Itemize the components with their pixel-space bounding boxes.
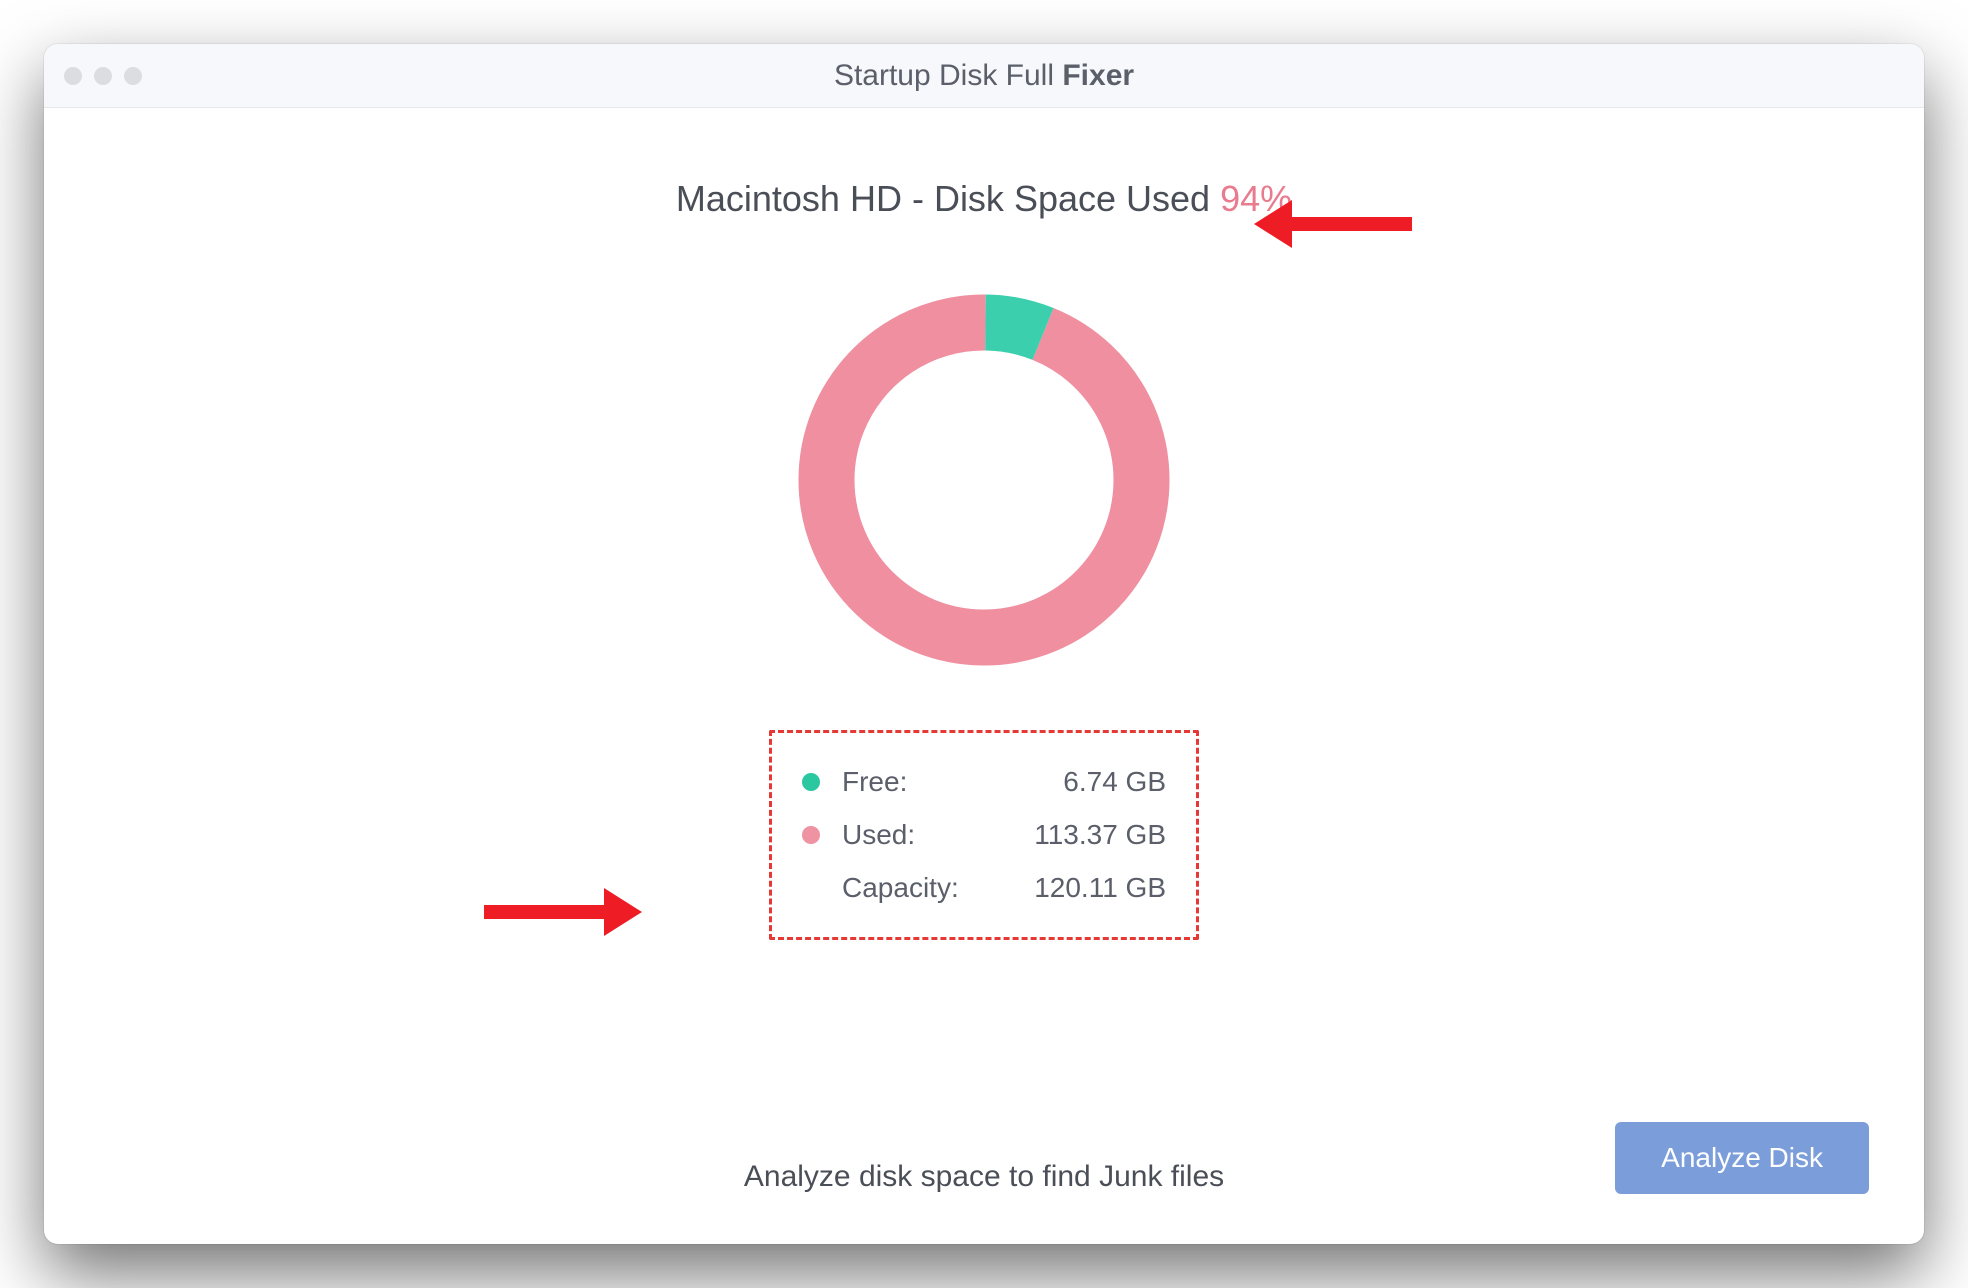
arrow-head-icon bbox=[604, 888, 642, 936]
hint-text: Analyze disk space to find Junk files bbox=[744, 1160, 1224, 1194]
legend-free-value: 6.74 GB bbox=[982, 755, 1166, 808]
legend-capacity-label: Capacity: bbox=[842, 861, 982, 914]
legend-free-label: Free: bbox=[842, 755, 982, 808]
window-title: Startup Disk Full Fixer bbox=[834, 59, 1134, 93]
legend-dot-capacity-icon bbox=[802, 879, 820, 897]
title-bold: Fixer bbox=[1062, 59, 1134, 92]
arrow-shaft bbox=[484, 905, 604, 919]
annotation-arrow-legend bbox=[484, 888, 642, 936]
disk-usage-heading: Macintosh HD - Disk Space Used 94% bbox=[104, 178, 1864, 220]
zoom-icon[interactable] bbox=[124, 67, 142, 85]
app-window: Startup Disk Full Fixer Macintosh HD - D… bbox=[44, 44, 1924, 1244]
arrow-head-icon bbox=[1254, 200, 1292, 248]
content-area: Macintosh HD - Disk Space Used 94% Free: bbox=[44, 108, 1924, 1244]
arrow-shaft bbox=[1292, 217, 1412, 231]
legend-row-free: Free: 6.74 GB bbox=[802, 755, 1166, 808]
legend-dot-used-icon bbox=[802, 826, 820, 844]
legend-used-value: 113.37 GB bbox=[982, 808, 1166, 861]
title-prefix: Startup Disk Full bbox=[834, 59, 1062, 92]
heading-prefix: Macintosh HD - Disk Space Used bbox=[676, 178, 1220, 219]
annotation-arrow-percent bbox=[1254, 200, 1412, 248]
legend-row-used: Used: 113.37 GB bbox=[802, 808, 1166, 861]
analyze-disk-button[interactable]: Analyze Disk bbox=[1615, 1122, 1869, 1194]
legend-dot-free-icon bbox=[802, 773, 820, 791]
disk-usage-donut-icon bbox=[774, 270, 1194, 690]
close-icon[interactable] bbox=[64, 67, 82, 85]
donut-chart bbox=[104, 270, 1864, 690]
minimize-icon[interactable] bbox=[94, 67, 112, 85]
legend-box: Free: 6.74 GB Used: 113.37 GB Capacity: … bbox=[769, 730, 1199, 940]
bottom-row: Analyze disk space to find Junk files An… bbox=[44, 1160, 1924, 1194]
legend-capacity-value: 120.11 GB bbox=[982, 861, 1166, 914]
legend-used-label: Used: bbox=[842, 808, 982, 861]
titlebar: Startup Disk Full Fixer bbox=[44, 44, 1924, 108]
legend-row-capacity: Capacity: 120.11 GB bbox=[802, 861, 1166, 914]
window-controls bbox=[64, 67, 142, 85]
